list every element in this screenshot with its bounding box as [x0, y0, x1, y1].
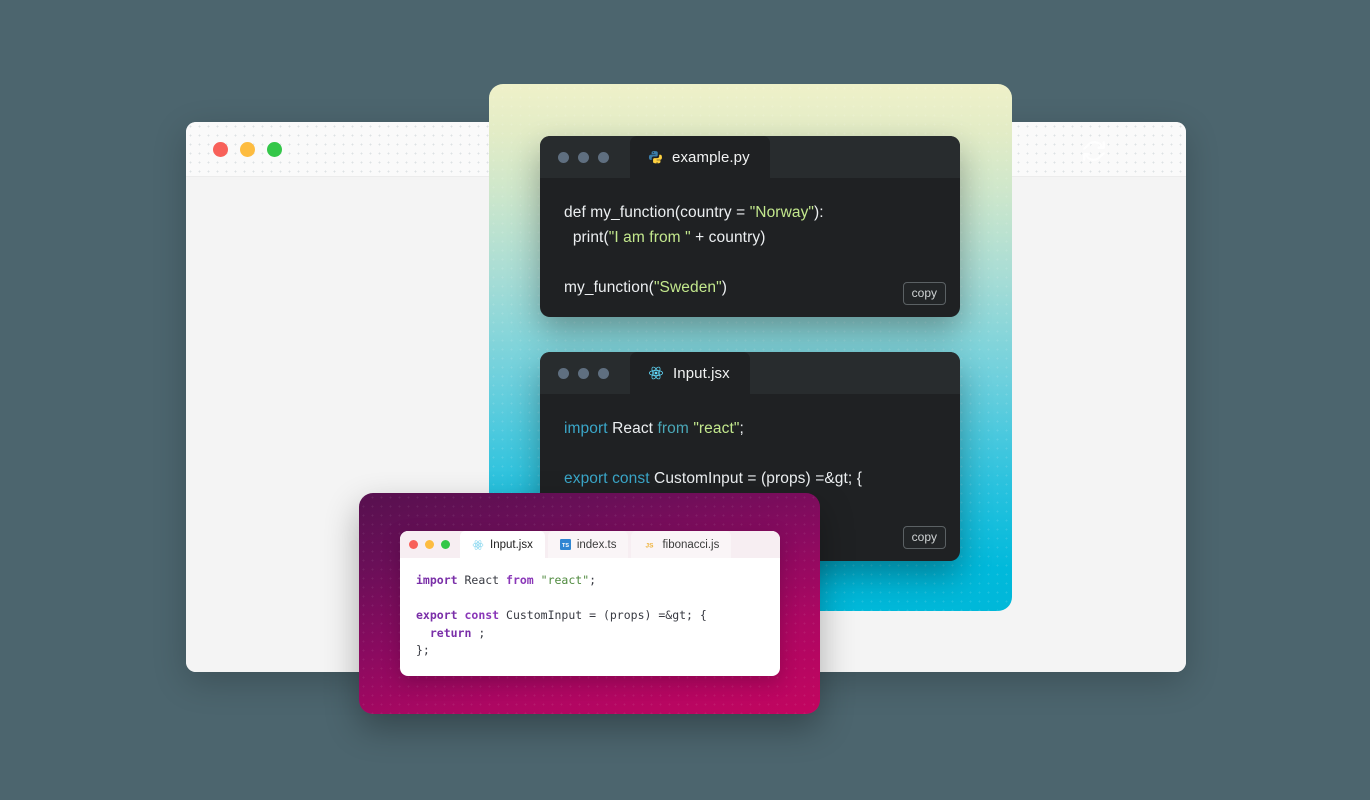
svg-text:TS: TS: [562, 543, 569, 549]
javascript-icon: JS: [643, 539, 656, 550]
react-icon: [648, 365, 664, 381]
tab-input-jsx[interactable]: Input.jsx: [630, 352, 750, 394]
tab-fibonacci-js[interactable]: JS fibonacci.js: [631, 531, 732, 558]
code-content-input-jsx-dark: import React from "react"; export const …: [564, 420, 862, 487]
copy-button[interactable]: copy: [902, 526, 946, 549]
window-dots: [540, 136, 626, 178]
window-close-button[interactable]: [409, 540, 418, 549]
tab-example-py[interactable]: example.py: [630, 136, 770, 178]
copy-button[interactable]: copy: [902, 282, 946, 305]
tab-input-jsx[interactable]: Input.jsx: [460, 531, 545, 558]
code-content-input-jsx-light: import React from "react"; export const …: [400, 558, 780, 676]
window-dots: [540, 352, 626, 394]
window-minimize-button[interactable]: [240, 142, 255, 157]
tab-label: example.py: [672, 148, 750, 166]
code-window-header: Input.jsx: [540, 352, 960, 394]
react-icon: [472, 539, 484, 551]
svg-text:JS: JS: [646, 542, 655, 549]
code-window-header: example.py: [540, 136, 960, 178]
window-dot[interactable]: [578, 367, 589, 379]
window-traffic-lights: [400, 531, 460, 558]
tab-index-ts[interactable]: TS index.ts: [547, 531, 629, 558]
code-window-header: Input.jsx TS index.ts JS fibonacci.js: [400, 531, 780, 558]
window-maximize-button[interactable]: [267, 142, 282, 157]
window-close-button[interactable]: [213, 142, 228, 157]
python-icon: [648, 150, 663, 165]
window-maximize-button[interactable]: [441, 540, 450, 549]
code-window-input-jsx-light: Input.jsx TS index.ts JS fibonacci.js im…: [400, 531, 780, 676]
tab-label: Input.jsx: [673, 364, 730, 382]
code-window-example-py: example.py def my_function(country = "No…: [540, 136, 960, 317]
window-dot[interactable]: [598, 367, 609, 379]
refresh-icon[interactable]: [1081, 138, 1107, 164]
tab-label: index.ts: [576, 538, 617, 551]
browser-traffic-lights: [213, 142, 282, 157]
window-dot[interactable]: [558, 151, 569, 163]
tab-label: fibonacci.js: [662, 538, 720, 551]
code-content-example-py: def my_function(country = "Norway"): pri…: [564, 204, 824, 296]
window-dot[interactable]: [578, 151, 589, 163]
window-dot[interactable]: [558, 367, 569, 379]
window-minimize-button[interactable]: [425, 540, 434, 549]
screenshot-stage: example.py def my_function(country = "No…: [0, 0, 1370, 800]
window-dot[interactable]: [598, 151, 609, 163]
tab-label: Input.jsx: [490, 538, 533, 551]
typescript-icon: TS: [559, 539, 571, 550]
